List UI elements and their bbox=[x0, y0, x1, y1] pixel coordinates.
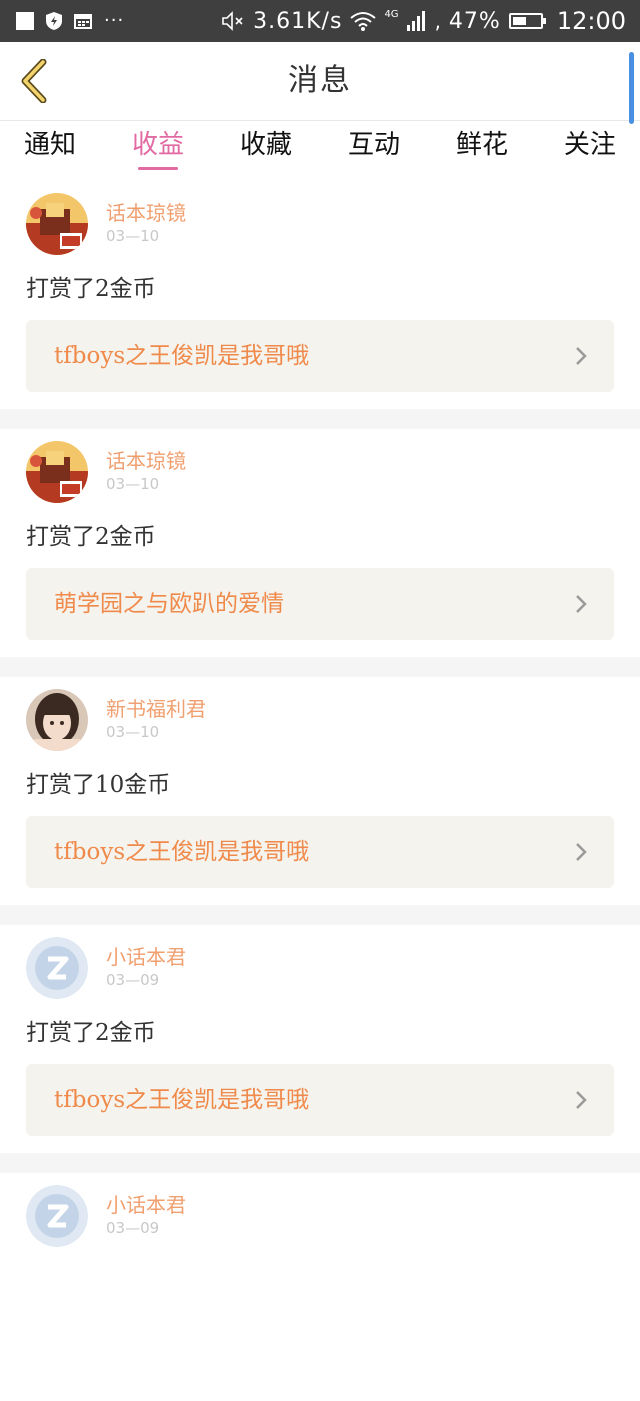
default-avatar-icon bbox=[26, 937, 88, 999]
divider bbox=[0, 905, 640, 925]
book-title: tfboys之王俊凯是我哥哦 bbox=[54, 343, 310, 369]
book-link[interactable]: tfboys之王俊凯是我哥哦 bbox=[26, 1064, 614, 1136]
status-right-icons: 3.61K/s 4G , 47% 12:00 bbox=[221, 0, 626, 42]
tab-following[interactable]: 关注 bbox=[564, 121, 616, 181]
network-type: 4G bbox=[384, 8, 399, 20]
page-title: 消息 bbox=[288, 63, 352, 98]
reward-text: 打赏了2金币 bbox=[26, 276, 156, 302]
message-date: 03—10 bbox=[106, 723, 160, 741]
scroll-indicator bbox=[629, 52, 634, 124]
reward-text: 打赏了2金币 bbox=[26, 1020, 156, 1046]
status-bar: ··· 3.61K/s 4G , 47% 12:00 bbox=[0, 0, 640, 42]
divider bbox=[0, 657, 640, 677]
list-item: 话本琼镜 03—10 打赏了2金币 萌学园之与欧趴的爱情 bbox=[0, 429, 640, 657]
avatar-image bbox=[26, 441, 88, 503]
chevron-right-icon bbox=[576, 347, 587, 365]
signal-icon bbox=[406, 11, 425, 31]
tab-interaction[interactable]: 互动 bbox=[348, 121, 400, 181]
reward-text: 打赏了10金币 bbox=[26, 772, 171, 798]
reward-text: 打赏了2金币 bbox=[26, 524, 156, 550]
avatar[interactable] bbox=[26, 1185, 88, 1247]
chevron-right-icon bbox=[576, 843, 587, 861]
avatar-image bbox=[26, 689, 88, 751]
status-separator: , bbox=[434, 9, 441, 33]
user-name[interactable]: 小话本君 bbox=[106, 941, 186, 970]
wifi-icon bbox=[350, 12, 377, 31]
book-link[interactable]: tfboys之王俊凯是我哥哦 bbox=[26, 320, 614, 392]
notification-square-icon bbox=[16, 12, 34, 30]
header: 消息 bbox=[0, 42, 640, 121]
book-title: tfboys之王俊凯是我哥哦 bbox=[54, 1087, 310, 1113]
more-notifications-icon: ··· bbox=[104, 10, 125, 31]
chevron-right-icon bbox=[576, 595, 587, 613]
list-item: 小话本君 03—09 打赏了2金币 tfboys之王俊凯是我哥哦 bbox=[0, 925, 640, 1153]
tab-bar: 通知 收益 收藏 互动 鲜花 关注 bbox=[0, 121, 640, 181]
message-date: 03—10 bbox=[106, 475, 160, 493]
avatar[interactable] bbox=[26, 937, 88, 999]
list-item: 小话本君 03—09 bbox=[0, 1173, 640, 1401]
book-link[interactable]: 萌学园之与欧趴的爱情 bbox=[26, 568, 614, 640]
shield-icon bbox=[46, 12, 62, 30]
divider bbox=[0, 1153, 640, 1173]
chevron-right-icon bbox=[576, 1091, 587, 1109]
book-title: 萌学园之与欧趴的爱情 bbox=[54, 591, 284, 617]
tab-notifications[interactable]: 通知 bbox=[24, 121, 76, 181]
message-list: 话本琼镜 03—10 打赏了2金币 tfboys之王俊凯是我哥哦 话本琼镜 03… bbox=[0, 181, 640, 1401]
tab-earnings[interactable]: 收益 bbox=[132, 121, 184, 181]
status-left-icons: ··· bbox=[16, 0, 124, 42]
avatar[interactable] bbox=[26, 689, 88, 751]
user-name[interactable]: 话本琼镜 bbox=[106, 197, 186, 226]
battery-percent: 47% bbox=[448, 8, 501, 34]
avatar-image bbox=[26, 193, 88, 255]
mute-icon bbox=[222, 11, 243, 31]
user-name[interactable]: 新书福利君 bbox=[106, 693, 206, 722]
battery-icon bbox=[508, 13, 546, 29]
net-speed: 3.61K/s bbox=[253, 8, 343, 34]
tab-favorites[interactable]: 收藏 bbox=[240, 121, 292, 181]
default-avatar-icon bbox=[26, 1185, 88, 1247]
divider bbox=[0, 409, 640, 429]
clock: 12:00 bbox=[556, 7, 626, 35]
message-date: 03—10 bbox=[106, 227, 160, 245]
book-title: tfboys之王俊凯是我哥哦 bbox=[54, 839, 310, 865]
calendar-icon bbox=[74, 14, 92, 29]
avatar[interactable] bbox=[26, 193, 88, 255]
user-name[interactable]: 小话本君 bbox=[106, 1189, 186, 1218]
message-date: 03—09 bbox=[106, 1219, 160, 1237]
user-name[interactable]: 话本琼镜 bbox=[106, 445, 186, 474]
message-date: 03—09 bbox=[106, 971, 160, 989]
list-item: 话本琼镜 03—10 打赏了2金币 tfboys之王俊凯是我哥哦 bbox=[0, 181, 640, 409]
avatar[interactable] bbox=[26, 441, 88, 503]
tab-flowers[interactable]: 鲜花 bbox=[456, 121, 508, 181]
book-link[interactable]: tfboys之王俊凯是我哥哦 bbox=[26, 816, 614, 888]
list-item: 新书福利君 03—10 打赏了10金币 tfboys之王俊凯是我哥哦 bbox=[0, 677, 640, 905]
